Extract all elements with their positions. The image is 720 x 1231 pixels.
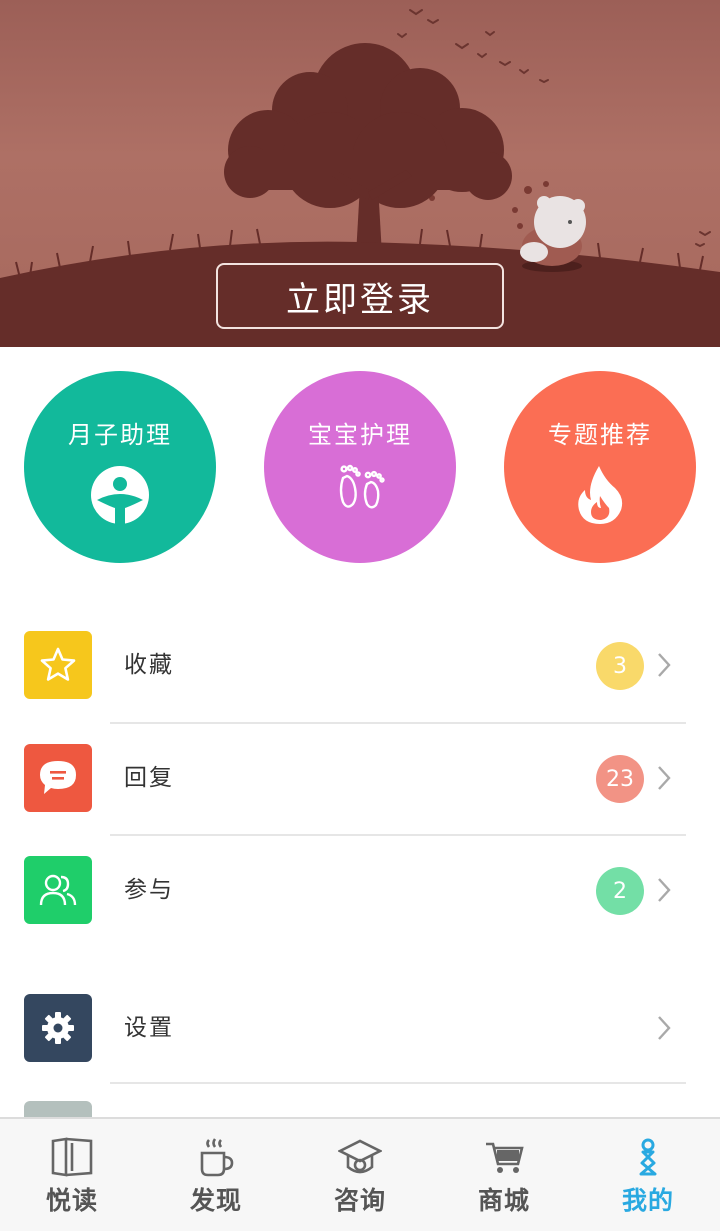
graduation-cap-icon bbox=[338, 1135, 382, 1179]
menu-item-settings[interactable]: 设置 bbox=[0, 973, 720, 1083]
menu-item-label: 设置 bbox=[124, 1015, 174, 1041]
flame-icon bbox=[575, 464, 625, 530]
tab-label: 商城 bbox=[477, 1186, 530, 1215]
tab-mine[interactable]: 我的 bbox=[576, 1119, 720, 1231]
tab-mall[interactable]: 商城 bbox=[432, 1119, 576, 1231]
tab-consult[interactable]: 咨询 bbox=[288, 1119, 432, 1231]
tab-label: 发现 bbox=[189, 1186, 242, 1215]
menu-item-label: 参与 bbox=[124, 877, 174, 903]
shortcut-label: 月子助理 bbox=[68, 421, 172, 449]
shortcut-confinement-assistant[interactable]: 月子助理 bbox=[24, 371, 216, 563]
shortcut-label: 宝宝护理 bbox=[308, 421, 412, 449]
gear-icon bbox=[24, 994, 92, 1062]
menu-item-label: 收藏 bbox=[124, 652, 174, 678]
shopping-cart-icon bbox=[484, 1135, 524, 1179]
profile-banner: 立即登录 bbox=[0, 0, 720, 347]
count-badge: 2 bbox=[596, 867, 644, 915]
tab-label: 咨询 bbox=[333, 1186, 386, 1215]
bottom-tab-bar: 悦读 发现 咨询 商城 我的 bbox=[0, 1117, 720, 1231]
count-badge: 3 bbox=[596, 642, 644, 690]
chat-bubble-icon bbox=[24, 744, 92, 812]
menu-item-label: 回复 bbox=[124, 765, 174, 791]
coffee-cup-icon bbox=[196, 1135, 236, 1179]
tab-reading[interactable]: 悦读 bbox=[0, 1119, 144, 1231]
count-badge: 23 bbox=[596, 755, 644, 803]
chevron-right-icon bbox=[656, 652, 672, 682]
tab-label: 悦读 bbox=[45, 1186, 98, 1215]
baby-footprints-icon bbox=[335, 464, 385, 514]
chevron-right-icon bbox=[656, 765, 672, 795]
shortcut-label: 专题推荐 bbox=[548, 421, 652, 449]
menu-item-replies[interactable]: 回复 23 bbox=[0, 723, 720, 833]
people-icon bbox=[24, 856, 92, 924]
star-icon bbox=[24, 631, 92, 699]
chevron-right-icon bbox=[656, 877, 672, 907]
mother-care-icon bbox=[89, 464, 151, 530]
shortcut-section: 月子助理 宝宝护理 专题推荐 bbox=[0, 347, 720, 587]
menu-item-participation[interactable]: 参与 2 bbox=[0, 835, 720, 945]
menu-item-favorites[interactable]: 收藏 3 bbox=[0, 610, 720, 720]
tab-discover[interactable]: 发现 bbox=[144, 1119, 288, 1231]
person-icon bbox=[633, 1135, 663, 1179]
shortcut-baby-care[interactable]: 宝宝护理 bbox=[264, 371, 456, 563]
book-icon bbox=[50, 1135, 94, 1179]
shortcut-topic-recommend[interactable]: 专题推荐 bbox=[504, 371, 696, 563]
login-button[interactable]: 立即登录 bbox=[216, 263, 504, 329]
chevron-right-icon bbox=[656, 1015, 672, 1045]
tab-label: 我的 bbox=[621, 1186, 674, 1215]
